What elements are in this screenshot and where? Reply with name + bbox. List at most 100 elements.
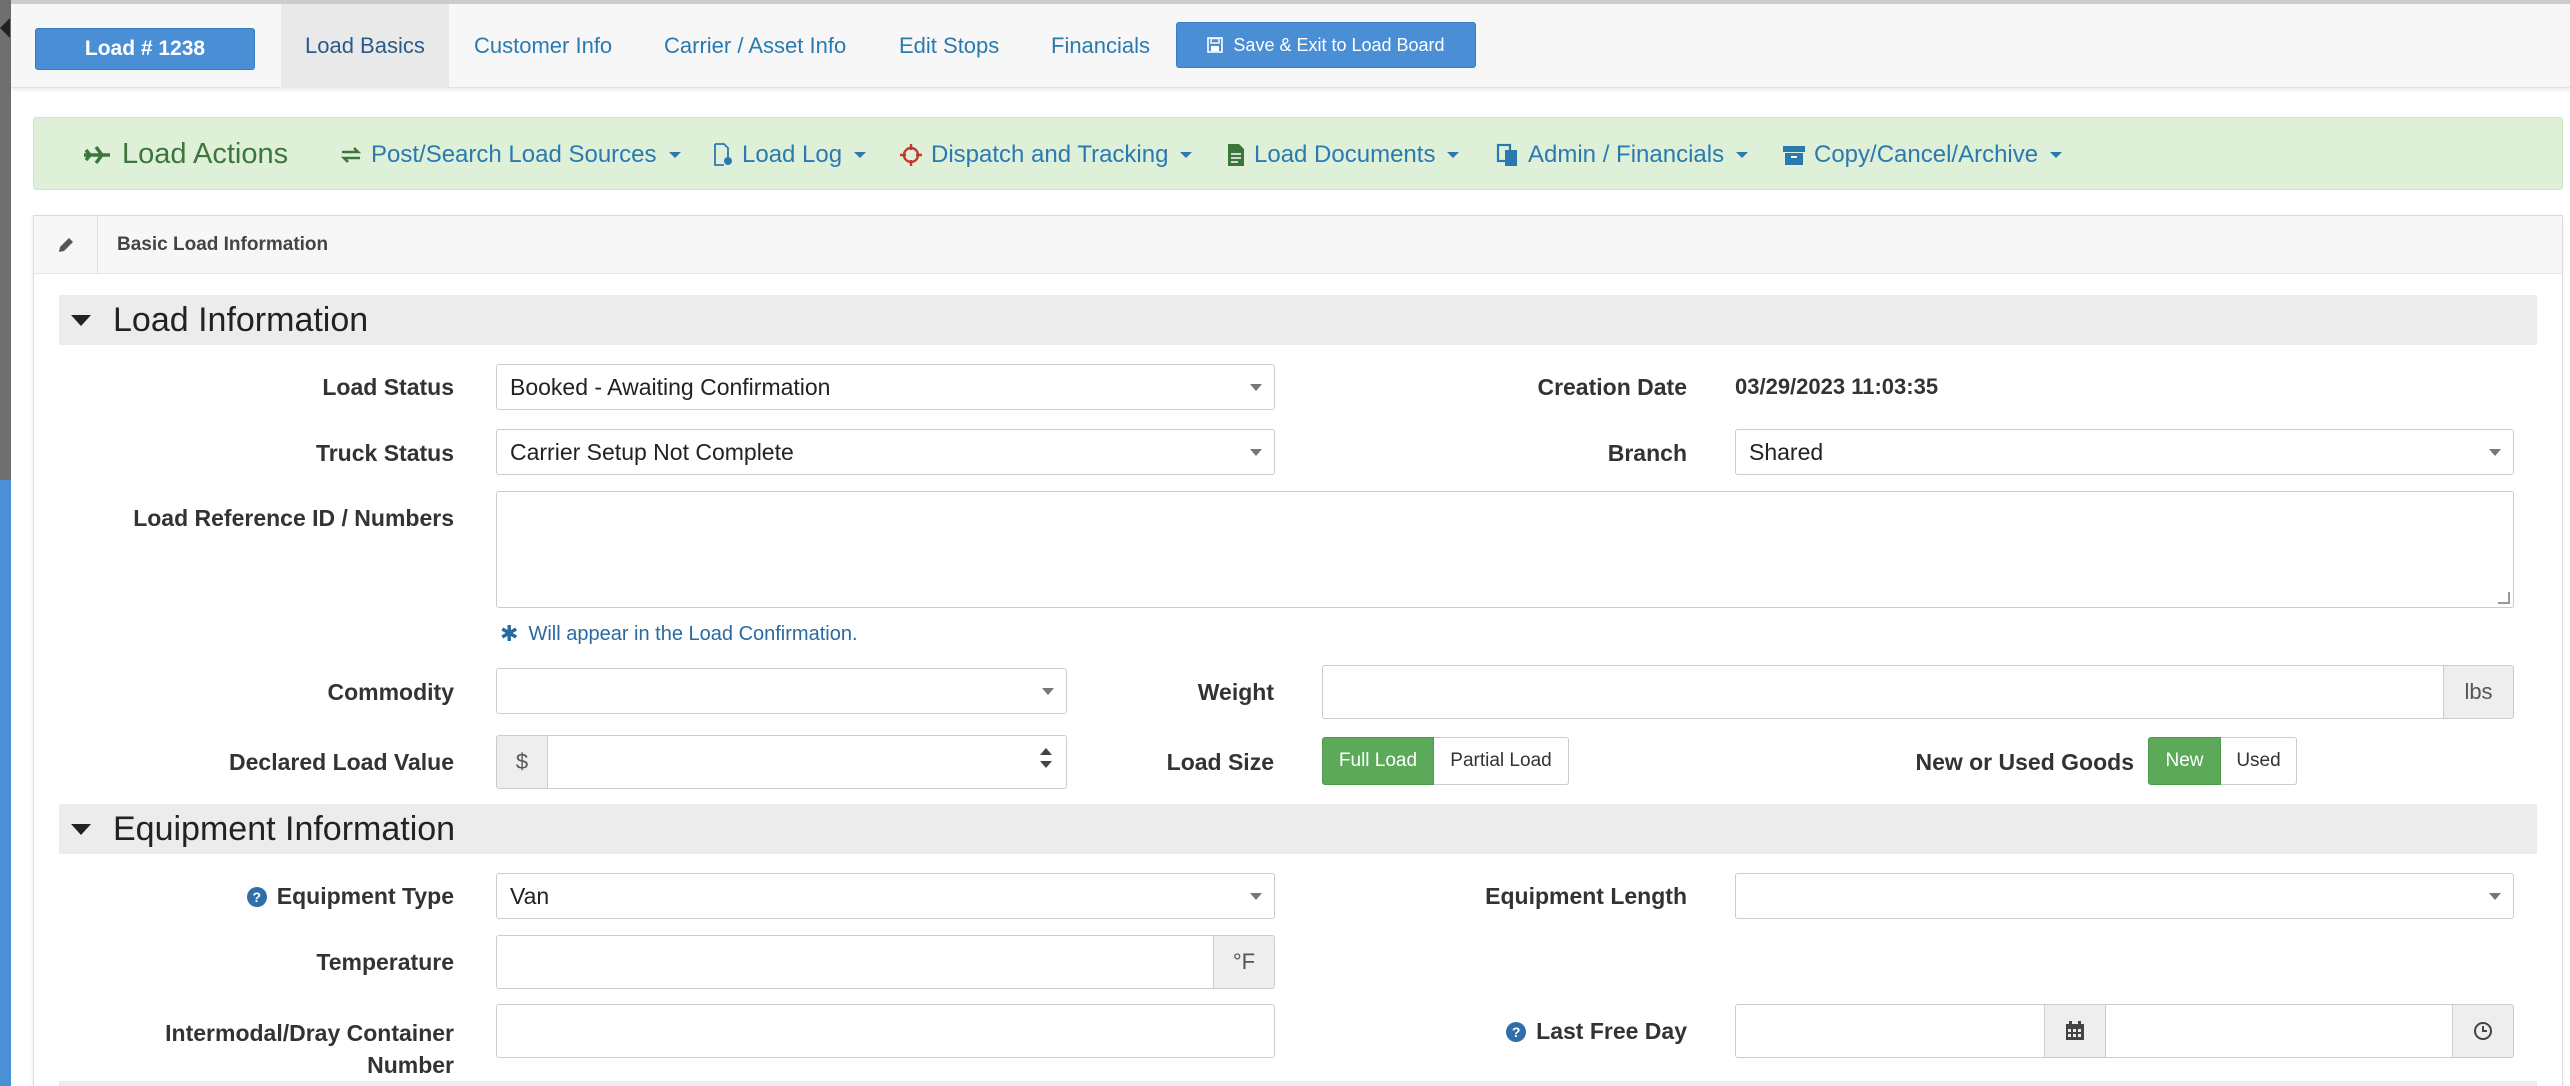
crosshair-icon [900,143,922,166]
action-dispatch-label: Dispatch and Tracking [931,140,1169,168]
action-load-documents-label: Load Documents [1254,140,1436,168]
chevron-down-icon [2489,449,2501,456]
action-copy-cancel-archive-label: Copy/Cancel/Archive [1814,140,2039,168]
tab-financials[interactable]: Financials [1027,4,1174,88]
branch-select[interactable]: Shared [1735,429,2514,475]
action-load-documents[interactable]: Load Documents [1226,118,1460,191]
action-load-log-label: Load Log [742,140,843,168]
panel-header: Basic Load Information [34,216,2562,274]
weight-input[interactable] [1322,665,2444,719]
tab-load-basics[interactable]: Load Basics [281,4,449,88]
container-number-label: Intermodal/Dray Container Number [94,1017,454,1081]
action-post-search[interactable]: Post/Search Load Sources [339,118,681,191]
action-admin-financials-label: Admin / Financials [1528,140,1725,168]
creation-date-value: 03/29/2023 11:03:35 [1735,374,1939,399]
container-number-label-line2: Number [367,1052,454,1078]
container-number-label-line1: Intermodal/Dray Container [165,1020,454,1046]
save-exit-button[interactable]: Save & Exit to Load Board [1176,22,1476,68]
weight-unit-addon: lbs [2443,665,2514,719]
action-dispatch-tracking[interactable]: Dispatch and Tracking [899,118,1193,191]
tab-carrier-asset-info[interactable]: Carrier / Asset Info [640,4,870,88]
equipment-section-title: Equipment Information [113,809,456,848]
branch-value: Shared [1749,438,1824,465]
chevron-down-icon [1736,151,1749,158]
truck-status-select[interactable]: Carrier Setup Not Complete [496,429,1275,475]
equipment-section-header[interactable]: Equipment Information [59,804,2537,854]
edge-dark [0,0,11,480]
chevron-down-icon [1042,688,1054,695]
load-reference-textarea[interactable] [496,491,2514,608]
resize-handle-icon[interactable] [2498,592,2510,604]
truck-status-value: Carrier Setup Not Complete [510,438,794,465]
load-info-section-header[interactable]: Load Information [59,295,2537,345]
chevron-down-icon [854,151,867,158]
panel-title: Basic Load Information [117,234,329,255]
collapse-arrow-icon[interactable] [0,18,10,38]
tab-edit-stops[interactable]: Edit Stops [875,4,1023,88]
chevron-down-icon [1250,893,1262,900]
action-post-search-label: Post/Search Load Sources [371,140,657,168]
pencil-icon[interactable] [34,216,98,274]
load-reference-help: ✱ Will appear in the Load Confirmation. [500,621,858,647]
partial-load-button[interactable]: Partial Load [1434,737,1569,785]
container-number-input[interactable] [496,1004,1275,1058]
last-free-date-input[interactable] [1735,1004,2045,1058]
load-actions-label: Load Actions [122,138,289,170]
load-reference-label: Load Reference ID / Numbers [133,505,454,531]
weight-label: Weight [1197,679,1274,705]
chevron-down-icon [668,151,681,158]
next-section-header [59,1081,2537,1086]
asterisk-icon: ✱ [500,621,519,646]
load-size-label: Load Size [1166,749,1274,775]
equipment-length-select[interactable] [1735,873,2514,919]
archive-icon [1783,145,1805,165]
declared-value-label: Declared Load Value [229,749,454,775]
equipment-type-select[interactable]: Van [496,873,1275,919]
truck-status-label: Truck Status [315,440,454,466]
save-exit-label: Save & Exit to Load Board [1233,34,1445,55]
chevron-down-icon [2489,893,2501,900]
temperature-input[interactable] [496,935,1214,989]
load-number-badge[interactable]: Load # 1238 [35,28,255,70]
refresh-icon [340,146,362,163]
load-info-section-title: Load Information [113,300,369,339]
chevron-down-icon [1250,384,1262,391]
equipment-type-label-text: Equipment Type [276,883,454,909]
equipment-type-value: Van [510,882,550,909]
last-free-day-label-text: Last Free Day [1536,1018,1687,1044]
action-load-log[interactable]: Load Log [712,118,867,191]
collapse-triangle-icon [71,314,91,326]
calendar-icon[interactable] [2044,1004,2106,1058]
chevron-down-icon [1250,449,1262,456]
copy-icon [1496,143,1517,166]
load-actions-bar: Load Actions Post/Search Load Sources Lo… [33,117,2563,190]
used-goods-button[interactable]: Used [2221,737,2297,785]
load-status-select[interactable]: Booked - Awaiting Confirmation [496,364,1275,410]
edge-blue [0,480,11,1086]
commodity-select[interactable] [496,668,1067,714]
declared-value-input[interactable] [547,735,1067,789]
help-icon[interactable]: ? [1506,1021,1527,1042]
new-used-toggle: New Used [2148,737,2297,785]
new-goods-button[interactable]: New [2148,737,2221,785]
last-free-time-input[interactable] [2105,1004,2453,1058]
creation-date-label: Creation Date [1537,374,1687,400]
action-admin-financials[interactable]: Admin / Financials [1496,118,1749,191]
new-used-goods-label: New or Used Goods [1915,749,2134,775]
clock-icon[interactable] [2452,1004,2514,1058]
load-reference-help-text: Will appear in the Load Confirmation. [528,622,858,645]
left-edge-strip [0,0,11,1086]
number-spinner-icon[interactable] [1040,748,1052,770]
equipment-type-label: ? Equipment Type [94,883,454,910]
chevron-down-icon [1180,151,1193,158]
basic-load-info-panel: Basic Load Information Load Information … [33,215,2563,1086]
help-icon[interactable]: ? [246,886,267,907]
action-copy-cancel-archive[interactable]: Copy/Cancel/Archive [1782,118,2063,191]
full-load-button[interactable]: Full Load [1322,737,1434,785]
plane-icon [84,145,110,164]
temperature-label: Temperature [316,949,454,975]
temperature-unit-addon: °F [1213,935,1275,989]
tab-customer-info[interactable]: Customer Info [450,4,636,88]
currency-addon: $ [496,735,548,789]
chevron-down-icon [1447,151,1460,158]
